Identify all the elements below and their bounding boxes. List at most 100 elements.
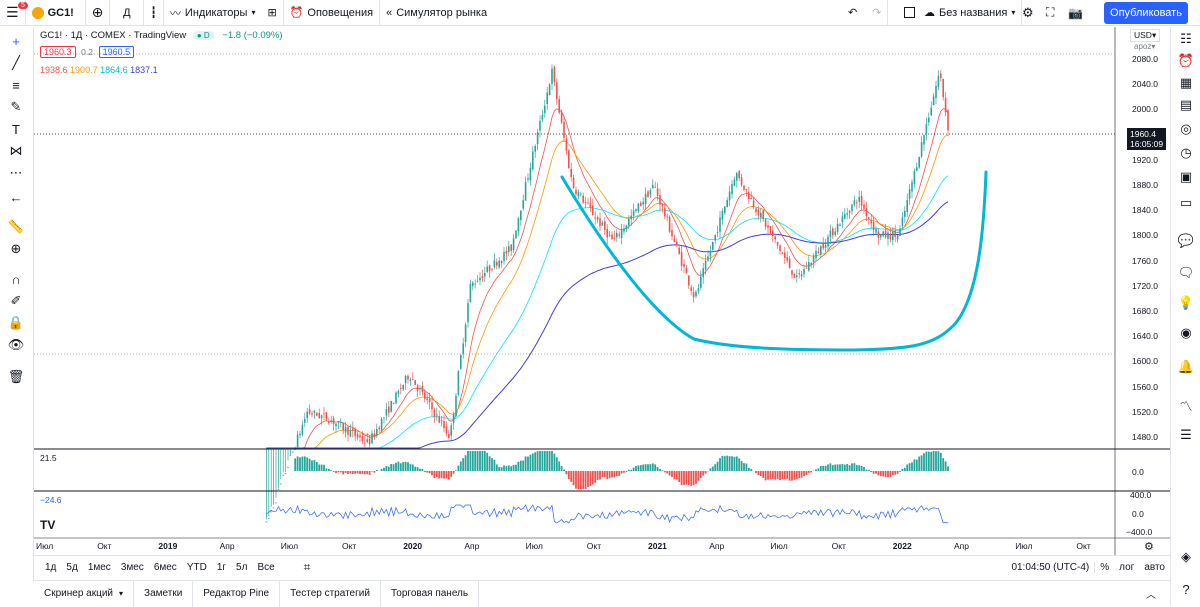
calendar-events-button[interactable]: ▣ <box>1176 167 1196 187</box>
timeframe-button[interactable]: 6мес <box>149 562 182 573</box>
arrow-tool[interactable]: ← <box>5 187 27 207</box>
data-window-button[interactable]: ▦ <box>1176 73 1196 93</box>
layers-button[interactable]: ◈ <box>1176 547 1196 567</box>
symbol-legend[interactable]: GC1! · 1Д · COMEX · TradingView ● D −1.8… <box>40 30 283 41</box>
log-toggle[interactable]: лог <box>1114 562 1139 573</box>
ruler-tool[interactable]: 📏 <box>5 217 27 237</box>
calendar-button[interactable]: ◷ <box>1176 143 1196 163</box>
lock-drawings-tool[interactable]: 🔒 <box>5 313 27 333</box>
candle-body <box>405 376 407 383</box>
fullscreen-button[interactable]: ⛶ <box>1040 0 1060 26</box>
tab-trading-panel[interactable]: Торговая панель <box>381 581 479 607</box>
interval-button[interactable]: Д <box>110 0 144 26</box>
histogram-bar <box>508 465 510 471</box>
histogram-bar <box>786 471 788 479</box>
publish-button[interactable]: Опубликовать <box>1104 2 1188 24</box>
session-selector[interactable]: apoz▾ <box>1134 42 1155 51</box>
histogram-bar <box>316 462 318 471</box>
tab-pine-editor[interactable]: Редактор Pine <box>193 581 280 607</box>
ideas-button[interactable]: ▭ <box>1176 193 1196 213</box>
chart-area[interactable]: TV GC1! · 1Д · COMEX · TradingView ● D −… <box>34 27 1170 555</box>
trendline-tool[interactable]: ╱ <box>5 53 27 73</box>
timeframe-button[interactable]: YTD <box>182 562 212 573</box>
auto-toggle[interactable]: авто <box>1139 562 1170 573</box>
crosshair-tool[interactable]: + <box>5 31 27 51</box>
histogram-bar <box>923 453 925 471</box>
chat-button[interactable]: 💬 <box>1176 231 1196 251</box>
timeframe-button[interactable]: 5л <box>231 562 252 573</box>
currency-selector[interactable]: USD▾ <box>1130 29 1160 42</box>
histogram-bar <box>534 452 536 471</box>
trash-icon: 🗑 <box>8 369 25 385</box>
chart-settings-button[interactable]: ⚙ <box>1144 540 1154 553</box>
candle-body <box>774 237 776 240</box>
histogram-bar <box>940 453 942 471</box>
time-tick: Июл <box>1015 541 1032 551</box>
watchlist-button[interactable]: ☷ <box>1176 29 1196 49</box>
text-tool[interactable]: T <box>5 119 27 139</box>
alerts-panel-button[interactable]: ⏰ <box>1176 51 1196 71</box>
keep-drawing-tool[interactable]: ✐ <box>5 291 27 311</box>
ema-legend[interactable]: 1938.6 1900.7 1864.6 1837.1 <box>40 65 158 75</box>
candle-body <box>527 178 529 180</box>
histogram-bar <box>525 456 527 471</box>
trend-button[interactable]: 〽 <box>1176 395 1196 415</box>
timeframe-button[interactable]: 1д <box>40 562 61 573</box>
settings-button[interactable]: ⚙ <box>1016 0 1040 26</box>
candle-body <box>513 238 515 250</box>
idea-button[interactable]: 💡 <box>1176 293 1196 313</box>
candle-body <box>863 205 865 209</box>
timeframe-button[interactable]: 1г <box>212 562 231 573</box>
alerts-button[interactable]: ⏰ Оповещения <box>284 0 380 26</box>
timeframe-button[interactable]: Все <box>252 562 279 573</box>
pattern-tool[interactable]: ⋈ <box>5 141 27 161</box>
indicators-label: Индикаторы <box>185 7 248 19</box>
price-chart-svg[interactable]: TV <box>34 27 1170 555</box>
histogram-bar <box>455 470 457 471</box>
price-tick: 1760.0 <box>1132 256 1158 266</box>
ask-price[interactable]: 1960.5 <box>99 46 135 58</box>
notifications-button[interactable]: 🔔 <box>1176 357 1196 377</box>
templates-button[interactable]: ⊞ <box>261 0 283 26</box>
tradingview-logo[interactable]: TV <box>40 518 55 532</box>
fib-tool[interactable]: ≡ <box>5 75 27 95</box>
candle-body <box>686 268 688 273</box>
candle-body <box>338 421 340 423</box>
order-panel-button[interactable]: ☰ <box>1176 425 1196 445</box>
magnet-tool[interactable]: ∩ <box>5 269 27 289</box>
compare-button[interactable]: ⊕ <box>86 0 111 26</box>
menu-button[interactable]: ☰ 5 <box>0 0 26 26</box>
hotlist-button[interactable]: ◎ <box>1176 119 1196 139</box>
timeframe-button[interactable]: 3мес <box>116 562 149 573</box>
messages-button[interactable]: 🗨 <box>1176 263 1196 283</box>
brush-tool[interactable]: ✎ <box>5 97 27 117</box>
chart-type-button[interactable]: ┇ <box>144 0 164 26</box>
date-range-button[interactable]: ⌗ <box>294 560 321 575</box>
histogram-bar <box>364 471 366 474</box>
streams-button[interactable]: ◉ <box>1176 323 1196 343</box>
timeframe-button[interactable]: 5д <box>61 562 82 573</box>
tab-stock-screener[interactable]: Скринер акций ▾ <box>34 581 134 607</box>
bid-price[interactable]: 1960.3 <box>40 46 76 58</box>
prediction-tool[interactable]: ⋯ <box>5 163 27 183</box>
zoom-tool[interactable]: ⊕ <box>5 239 27 259</box>
layout-name-button[interactable]: ☁ Без названия ▾ <box>918 0 1022 26</box>
hide-drawings-tool[interactable]: 👁 <box>5 335 27 355</box>
indicators-button[interactable]: 〰 Индикаторы ▾ <box>164 0 262 26</box>
tab-strategy-tester[interactable]: Тестер стратегий <box>280 581 381 607</box>
redo-button[interactable]: ↷ <box>866 0 888 26</box>
candle-body <box>285 473 287 474</box>
replay-button[interactable]: « Симулятор рынка <box>380 0 493 26</box>
timeframe-button[interactable]: 1мес <box>83 562 116 573</box>
symbol-search[interactable]: GC1! <box>26 0 86 26</box>
widget-bar: ☷ ⏰ ▦ ▤ ◎ ◷ ▣ ▭ 💬 🗨 💡 ◉ 🔔 〽 ☰ ◈ ? <box>1170 27 1200 606</box>
collapse-panel-button[interactable]: ︿ <box>1146 586 1156 601</box>
help-button[interactable]: ? <box>1176 579 1196 599</box>
remove-drawings-tool[interactable]: 🗑 <box>5 367 27 387</box>
undo-button[interactable]: ↶ <box>842 0 863 26</box>
snapshot-button[interactable]: 📷 <box>1062 0 1089 26</box>
tab-notes[interactable]: Заметки <box>134 581 193 607</box>
clock-label[interactable]: 01:04:50 (UTC-4) <box>1006 562 1094 573</box>
news-button[interactable]: ▤ <box>1176 95 1196 115</box>
percent-toggle[interactable]: % <box>1094 562 1114 573</box>
